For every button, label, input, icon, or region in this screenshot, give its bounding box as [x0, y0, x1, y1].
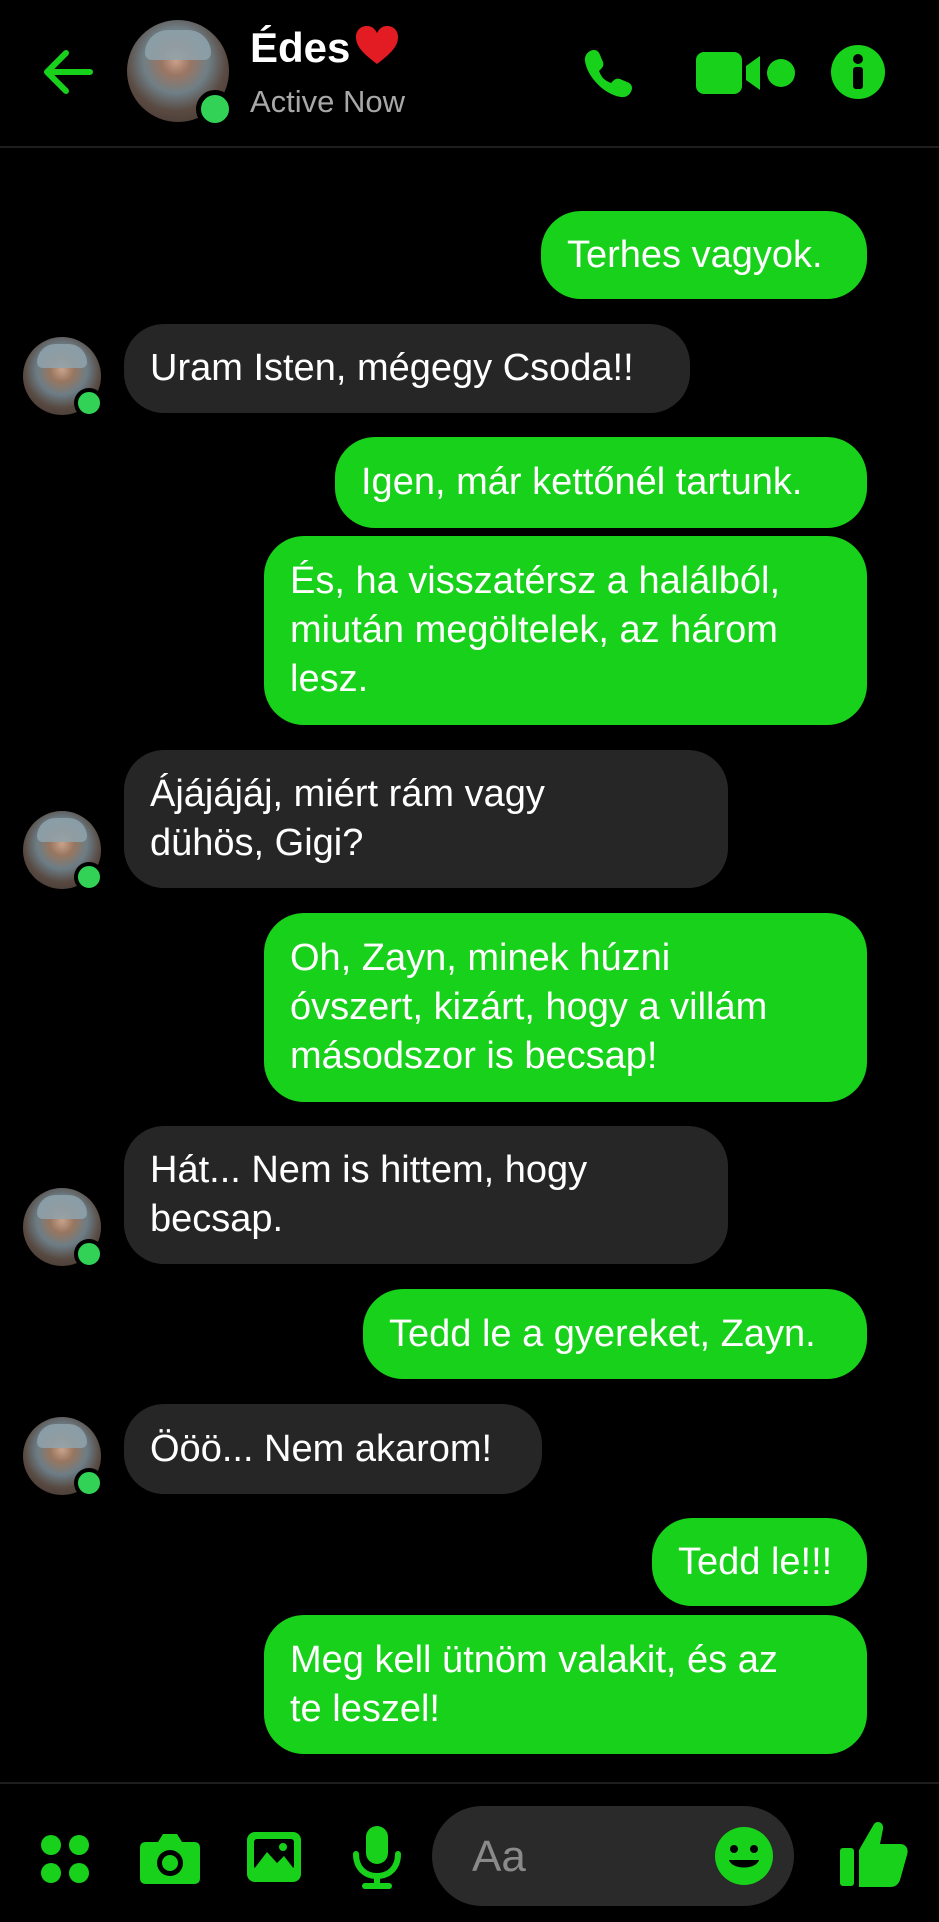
info-icon[interactable]: [830, 44, 886, 100]
camera-icon[interactable]: [138, 1830, 202, 1886]
contact-name-heading[interactable]: Édes: [250, 24, 400, 72]
image-icon[interactable]: [245, 1830, 303, 1884]
chat-header: Édes Active Now: [0, 0, 939, 148]
message-bubble-received[interactable]: Ööö... Nem akarom!: [124, 1404, 542, 1494]
message-bubble-received[interactable]: Uram Isten, mégegy Csoda!!: [124, 324, 690, 413]
message-bubble-sent[interactable]: Igen, már kettőnél tartunk.: [335, 437, 867, 528]
active-status-dot: [196, 90, 234, 128]
active-status: Active Now: [250, 84, 406, 119]
message-bubble-sent[interactable]: Oh, Zayn, minek húzni óvszert, kizárt, h…: [264, 913, 867, 1102]
message-bubble-received[interactable]: Ájájájáj, miért rám vagy dühös, Gigi?: [124, 750, 728, 888]
thumbs-up-icon[interactable]: [838, 1818, 910, 1890]
phone-icon[interactable]: [578, 44, 638, 104]
message-bubble-sent[interactable]: Tedd le a gyereket, Zayn.: [363, 1289, 867, 1379]
active-status-dot: [74, 1239, 104, 1269]
menu-dots-icon[interactable]: [40, 1834, 90, 1884]
contact-avatar-small[interactable]: [23, 337, 104, 418]
heart-icon: [356, 26, 399, 64]
contact-avatar-small[interactable]: [23, 1417, 104, 1498]
message-input[interactable]: [470, 1806, 714, 1908]
contact-name: Édes: [250, 24, 351, 71]
message-input-container[interactable]: [432, 1806, 794, 1908]
active-status-dot: [74, 1468, 104, 1498]
contact-avatar-small[interactable]: [23, 1188, 104, 1269]
emoji-icon[interactable]: [714, 1826, 774, 1886]
active-status-dot: [74, 862, 104, 892]
message-bubble-sent[interactable]: Terhes vagyok.: [541, 211, 867, 299]
back-arrow-icon[interactable]: [38, 42, 98, 102]
active-status-dot: [74, 388, 104, 418]
video-camera-icon[interactable]: [694, 50, 798, 96]
microphone-icon[interactable]: [350, 1824, 404, 1890]
message-bubble-sent[interactable]: Tedd le!!!: [652, 1518, 867, 1606]
message-bubble-received[interactable]: Hát... Nem is hittem, hogy becsap.: [124, 1126, 728, 1264]
contact-avatar-small[interactable]: [23, 811, 104, 892]
composer-bar: [0, 1782, 939, 1922]
message-bubble-sent[interactable]: Meg kell ütnöm valakit, és az te leszel!: [264, 1615, 867, 1754]
message-bubble-sent[interactable]: És, ha visszatérsz a halálból, miután me…: [264, 536, 867, 725]
